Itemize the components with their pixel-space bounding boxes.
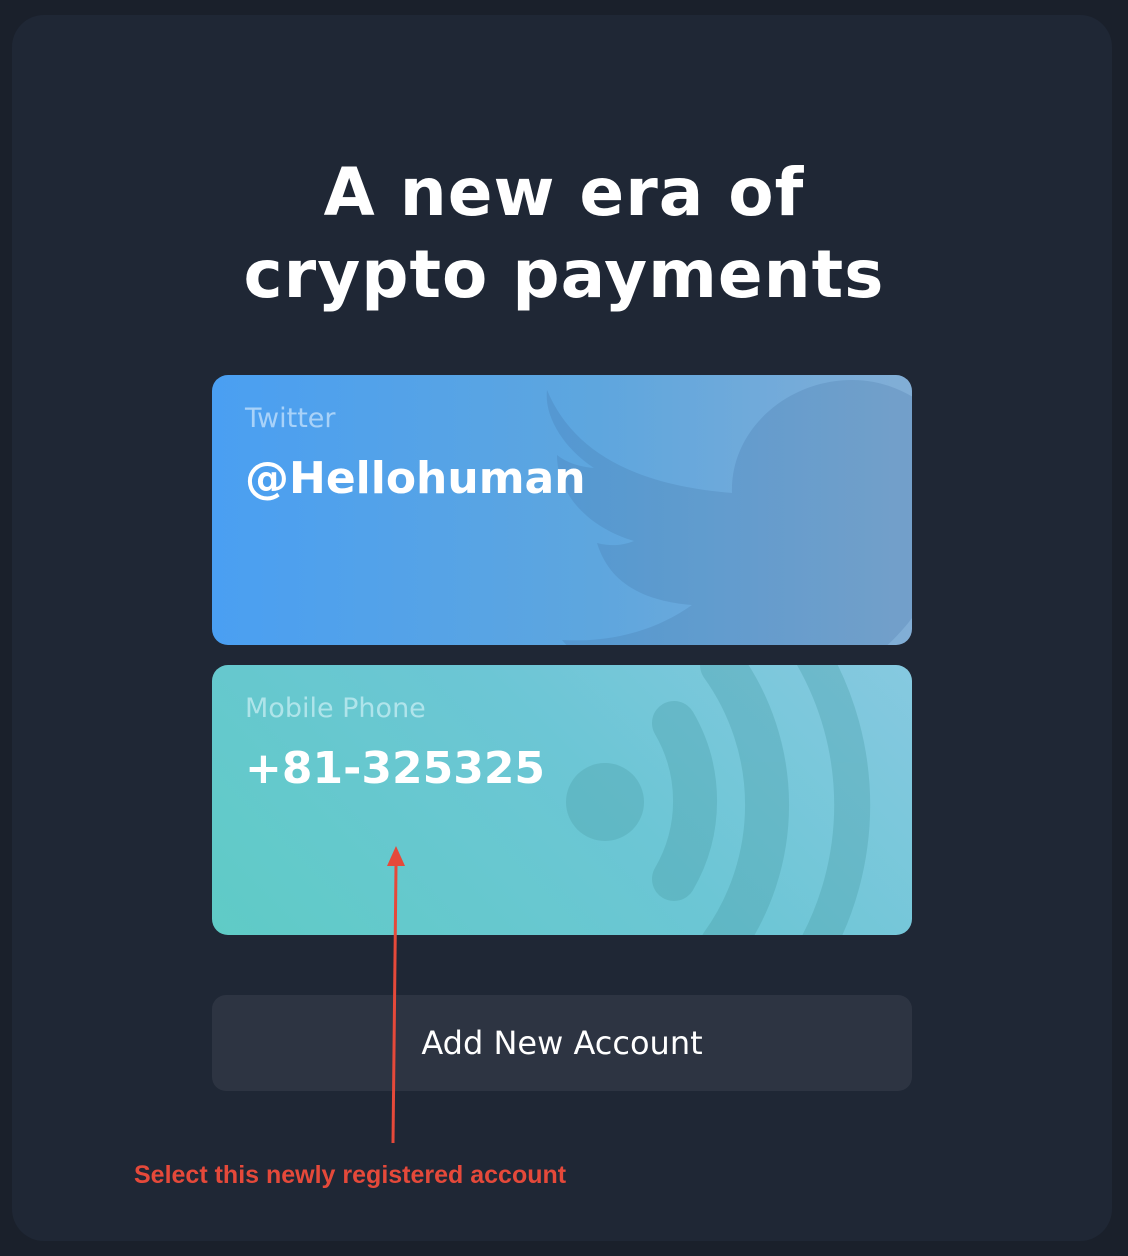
account-card-twitter[interactable]: Twitter @Hellohuman	[212, 375, 912, 645]
page-title-line-2: crypto payments	[243, 236, 885, 313]
account-card-mobile-phone[interactable]: Mobile Phone +81-325325	[212, 665, 912, 935]
add-new-account-label: Add New Account	[421, 1024, 703, 1062]
page-title: A new era of crypto payments	[0, 152, 1128, 316]
add-new-account-button[interactable]: Add New Account	[212, 995, 912, 1091]
account-phone-number: +81-325325	[245, 743, 546, 794]
annotation-text: Select this newly registered account	[134, 1161, 567, 1189]
account-handle: @Hellohuman	[245, 453, 586, 504]
page-title-line-1: A new era of	[323, 154, 805, 231]
account-type-label: Twitter	[245, 403, 336, 434]
account-type-label: Mobile Phone	[245, 693, 426, 724]
